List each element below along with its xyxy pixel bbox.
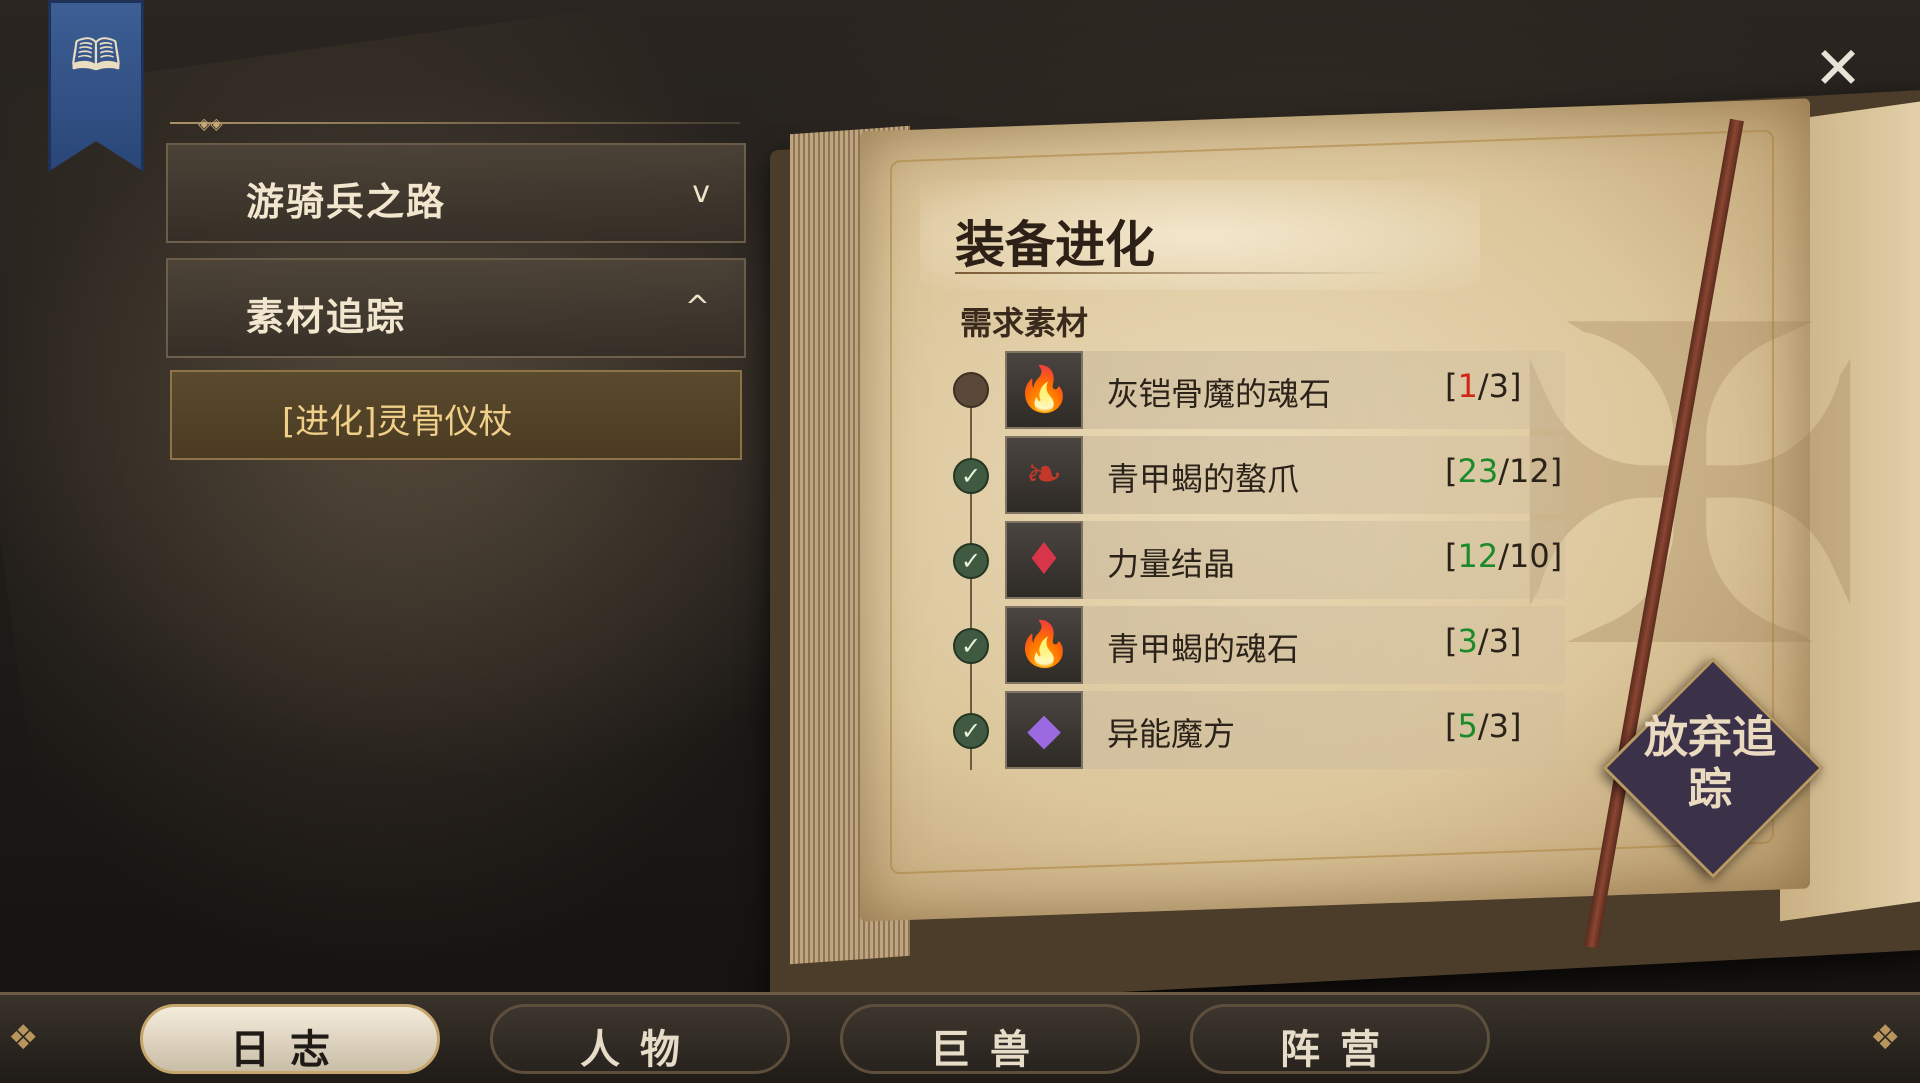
- material-count: [12/10]: [1445, 537, 1563, 575]
- checkmark-icon: ✓: [953, 628, 989, 664]
- material-need: 3: [1488, 367, 1509, 405]
- material-need: 3: [1488, 707, 1509, 745]
- menu-divider: [170, 122, 740, 124]
- material-have: 5: [1457, 707, 1478, 745]
- material-name: 异能魔方: [1107, 715, 1236, 753]
- material-need: 12: [1508, 452, 1550, 490]
- material-count: [1/3]: [1445, 367, 1522, 405]
- checkmark-icon: ✓: [953, 543, 989, 579]
- tab-label: 人物: [580, 1026, 700, 1073]
- material-have: 1: [1457, 367, 1478, 405]
- checkmark-icon: ✓: [953, 713, 989, 749]
- checkmark-icon: ✓: [953, 458, 989, 494]
- divider-ornament-icon: ◈◈: [198, 114, 223, 133]
- material-count: [3/3]: [1445, 622, 1522, 660]
- material-count: [23/12]: [1445, 452, 1563, 490]
- tabbar-ornament-icon: ❖: [1870, 1018, 1901, 1058]
- soul-stone-flame-icon: 🔥: [1005, 351, 1083, 429]
- menu-item-label: 游骑兵之路: [246, 179, 447, 224]
- abandon-tracking-label[interactable]: 放弃追踪: [1640, 712, 1780, 816]
- material-name: 灰铠骨魔的魂石: [1107, 375, 1332, 413]
- tracked-item-bone-staff[interactable]: [进化]灵骨仪杖: [170, 370, 742, 460]
- material-name: 青甲蝎的魂石: [1107, 630, 1300, 668]
- tab-label: 巨兽: [930, 1026, 1050, 1073]
- material-row[interactable]: ♦ 力量结晶 [12/10]: [1005, 521, 1565, 599]
- material-have: 12: [1457, 537, 1499, 575]
- material-have: 3: [1457, 622, 1478, 660]
- title-divider: [955, 272, 1395, 274]
- menu-item-material-tracking[interactable]: 素材追踪 ^: [166, 258, 746, 358]
- page-title: 装备进化: [955, 215, 1155, 274]
- red-crystal-icon: ♦: [1005, 521, 1083, 599]
- material-name: 青甲蝎的螯爪: [1107, 460, 1300, 498]
- menu-item-label: 素材追踪: [246, 294, 407, 339]
- status-pending-icon: [953, 372, 989, 408]
- material-have: 23: [1457, 452, 1499, 490]
- material-need: 3: [1488, 622, 1509, 660]
- tab-factions[interactable]: 阵营: [1190, 1004, 1490, 1074]
- claw-icon: ❧: [1005, 436, 1083, 514]
- material-need: 10: [1508, 537, 1550, 575]
- book-icon: 🕮: [70, 30, 122, 81]
- material-row[interactable]: 🔥 灰铠骨魔的魂石 [1/3]: [1005, 351, 1565, 429]
- tab-journal[interactable]: 日志: [140, 1004, 440, 1074]
- material-row[interactable]: 🔥 青甲蝎的魂石 [3/3]: [1005, 606, 1565, 684]
- material-name: 力量结晶: [1107, 545, 1236, 583]
- material-count: [5/3]: [1445, 707, 1522, 745]
- tracked-item-label: [进化]灵骨仪杖: [282, 402, 513, 442]
- material-row[interactable]: ◆ 异能魔方 [5/3]: [1005, 691, 1565, 769]
- section-label: 需求素材: [960, 304, 1089, 342]
- green-soul-flame-icon: 🔥: [1005, 606, 1083, 684]
- tabbar-ornament-icon: ❖: [8, 1018, 39, 1058]
- tab-label: 日志: [230, 1026, 350, 1073]
- tab-label: 阵营: [1280, 1026, 1400, 1073]
- chevron-down-icon: v: [692, 175, 710, 210]
- purple-gem-icon: ◆: [1005, 691, 1083, 769]
- menu-item-ranger-path[interactable]: 游骑兵之路 v: [166, 143, 746, 243]
- tab-characters[interactable]: 人物: [490, 1004, 790, 1074]
- close-icon[interactable]: ✕: [1810, 39, 1866, 97]
- chevron-up-icon: ^: [684, 290, 710, 325]
- material-row[interactable]: ❧ 青甲蝎的螯爪 [23/12]: [1005, 436, 1565, 514]
- tab-beasts[interactable]: 巨兽: [840, 1004, 1140, 1074]
